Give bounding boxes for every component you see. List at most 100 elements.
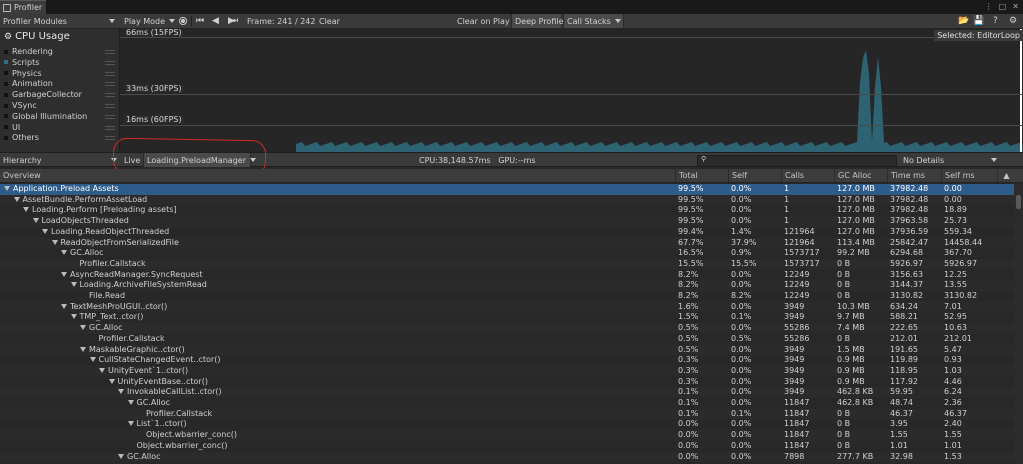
table-row[interactable]: TextMeshProUGUI..ctor() 1.6% 0.0% 3949 10.3 … [0,301,1014,313]
table-row[interactable]: LoadObjectsThreaded 99.5% 0.0% 1 127.0 MB 379… [0,216,1014,227]
save-button[interactable]: 💾 [970,14,984,28]
help-button[interactable]: ? [990,14,1004,28]
settings-button[interactable]: ⚙ [1006,14,1020,28]
table-row[interactable]: Loading.ArchiveFileSystemRead 8.2% 0.0% 122… [0,280,1014,291]
expand-arrow-icon[interactable] [127,421,134,427]
table-row[interactable]: InvokableCallList..ctor() 0.1% 0.0% 3949 462… [0,387,1014,398]
table-row[interactable]: Profiler.Callstack 15.5% 15.5% 1573717 0 B 59… [0,258,1014,270]
record-button[interactable] [176,14,190,28]
column-header-overview[interactable]: Overview [0,169,675,182]
expand-arrow-icon[interactable] [4,186,10,191]
legend-drag-handle[interactable] [105,104,115,108]
vertical-scrollbar[interactable] [1014,184,1023,464]
expand-arrow-icon[interactable] [118,389,124,395]
view-mode-dropdown[interactable]: Hierarchy [0,153,120,167]
legend-drag-handle[interactable] [105,136,115,141]
legend-item[interactable]: Others [4,133,39,142]
profiler-modules-dropdown[interactable]: Profiler Modules [0,14,118,28]
legend-drag-handle[interactable] [105,82,115,87]
legend-drag-handle[interactable] [105,93,115,98]
legend-swatch [4,81,8,86]
expand-arrow-icon[interactable] [51,239,58,245]
legend-item[interactable]: Global Illumination [4,112,87,121]
table-row[interactable]: Profiler.Callstack 0.1% 0.1% 11847 0 B 46.37 4… [0,408,1014,420]
deep-profile-button[interactable]: Deep Profile [511,14,564,28]
more-options-icon[interactable]: ⋮ [985,2,993,11]
table-row[interactable]: AssetBundle.PerformAssetLoad 99.5% 0.0% 1 12… [0,194,1014,206]
table-row[interactable]: Profiler.Callstack 0.5% 0.5% 55286 0 B 212.01… [0,334,1014,345]
legend-drag-handle[interactable] [105,60,115,65]
table-row[interactable]: GC.Alloc 0.1% 0.0% 11847 462.8 KB 48.74 2.36 [0,398,1014,409]
expand-arrow-icon[interactable] [80,346,86,352]
legend-item[interactable]: Scripts [4,58,39,67]
table-row[interactable]: CullStateChangedEvent..ctor() 0.3% 0.0% 394… [0,355,1014,366]
table-row[interactable]: TMP_Text..ctor() 1.5% 0.1% 3949 9.7 MB 588.21… [0,312,1014,323]
table-row[interactable]: MaskableGraphic..ctor() 0.5% 0.0% 3949 1.5 M… [0,344,1014,355]
table-row[interactable]: File.Read 8.2% 8.2% 12249 0 B 3130.82 3130.82 [0,291,1014,302]
load-button[interactable]: 📂 [955,14,969,28]
table-row[interactable]: AsyncReadManager.SyncRequest 8.2% 0.0% 1224… [0,270,1014,281]
expand-arrow-icon[interactable] [61,303,67,309]
expand-arrow-icon[interactable] [70,282,77,288]
legend-item[interactable]: VSync [4,101,37,110]
search-input[interactable]: ⚲ [697,155,897,167]
column-header-gc-alloc[interactable]: GC Alloc [834,169,887,182]
column-header-self-ms[interactable]: Self ms [941,169,997,182]
previous-frame-button[interactable]: ◀​ [209,14,223,28]
table-row[interactable]: GC.Alloc 16.5% 0.9% 1573717 99.2 MB 6294.68 36… [0,248,1014,259]
close-icon[interactable]: ✕ [1012,2,1019,11]
expand-arrow-icon[interactable] [108,378,115,384]
table-row[interactable]: Object.wbarrier_conc() 0.0% 0.0% 11847 0 B 1.… [0,430,1014,441]
table-row[interactable]: List`1..ctor() 0.0% 0.0% 11847 0 B 3.95 2.40 [0,419,1014,430]
legend-drag-handle[interactable] [105,50,115,54]
expand-arrow-icon[interactable] [80,325,86,331]
expand-arrow-icon[interactable] [127,400,134,405]
legend-item[interactable]: Animation [4,79,53,88]
expand-arrow-icon[interactable] [42,228,48,234]
legend-item[interactable]: Physics [4,69,42,78]
maximize-icon[interactable]: □ [999,2,1007,11]
expand-arrow-icon[interactable] [32,218,39,224]
table-row[interactable]: UnityEvent`1..ctor() 0.3% 0.0% 3949 0.9 MB 11… [0,365,1014,377]
table-row[interactable]: GC.Alloc 0.5% 0.0% 55286 7.4 MB 222.65 10.63 [0,323,1014,334]
expand-arrow-icon[interactable] [70,314,77,320]
cpu-usage-graph[interactable]: 66ms (15FPS) 33ms (30FPS) 16ms (60FPS) S… [120,29,1023,152]
legend-drag-handle[interactable] [105,125,115,130]
profiler-tab[interactable]: Profiler [0,0,46,14]
call-stacks-dropdown[interactable]: Call Stacks [563,14,624,28]
table-row[interactable]: Loading.ReadObjectThreaded 99.4% 1.4% 12196… [0,227,1014,238]
expand-arrow-icon[interactable] [61,250,67,256]
column-header-self[interactable]: Self [728,169,781,182]
cpu-usage-module[interactable]: ⚙ CPU Usage Rendering Scripts Physics Anima… [0,29,120,152]
table-row[interactable]: GC.Alloc 0.0% 0.0% 7898 277.7 KB 32.98 1.53 [0,451,1014,462]
sort-direction-button[interactable]: ▲ [997,169,1015,182]
legend-drag-handle[interactable] [105,114,115,119]
play-mode-dropdown[interactable]: Play Mode [121,14,176,28]
legend-drag-handle[interactable] [105,71,115,76]
table-row[interactable]: Application.Preload Assets 99.5% 0.0% 1 127.… [0,184,1014,195]
legend-item[interactable]: GarbageCollector [4,90,82,99]
table-row[interactable]: Object.wbarrier_conc() 0.0% 0.0% 11847 0 B 1.… [0,441,1014,452]
legend-item[interactable]: Rendering [4,47,53,56]
first-frame-button[interactable]: ⏮ [193,14,207,28]
table-row[interactable]: UnityEventBase..ctor() 0.3% 0.0% 3949 0.9 MB… [0,377,1014,388]
expand-arrow-icon[interactable] [13,196,20,202]
expand-arrow-icon[interactable] [118,453,124,459]
column-header-calls[interactable]: Calls [781,169,834,182]
scrollbar-thumb[interactable] [1016,195,1021,209]
table-row[interactable]: Loading.Perform [Preloading assets] 99.5%… [0,205,1014,216]
table-row[interactable]: ReadObjectFromSerializedFile 67.7% 37.9% 12… [0,237,1014,248]
expand-arrow-icon[interactable] [61,271,67,277]
expand-arrow-icon[interactable] [89,357,96,363]
last-frame-button[interactable]: ⏭ [227,14,241,28]
folder-open-icon: 📂 [958,16,970,26]
column-header-total[interactable]: Total [675,169,728,182]
clear-on-play-button[interactable]: Clear on Play [454,14,510,28]
clear-button[interactable]: Clear [316,14,342,28]
expand-arrow-icon[interactable] [99,367,105,373]
expand-arrow-icon[interactable] [23,207,29,213]
gridline-33ms [120,94,1023,95]
details-dropdown[interactable]: No Details [900,153,1000,167]
legend-item[interactable]: UI [4,123,20,132]
column-header-time-ms[interactable]: Time ms [887,169,941,182]
